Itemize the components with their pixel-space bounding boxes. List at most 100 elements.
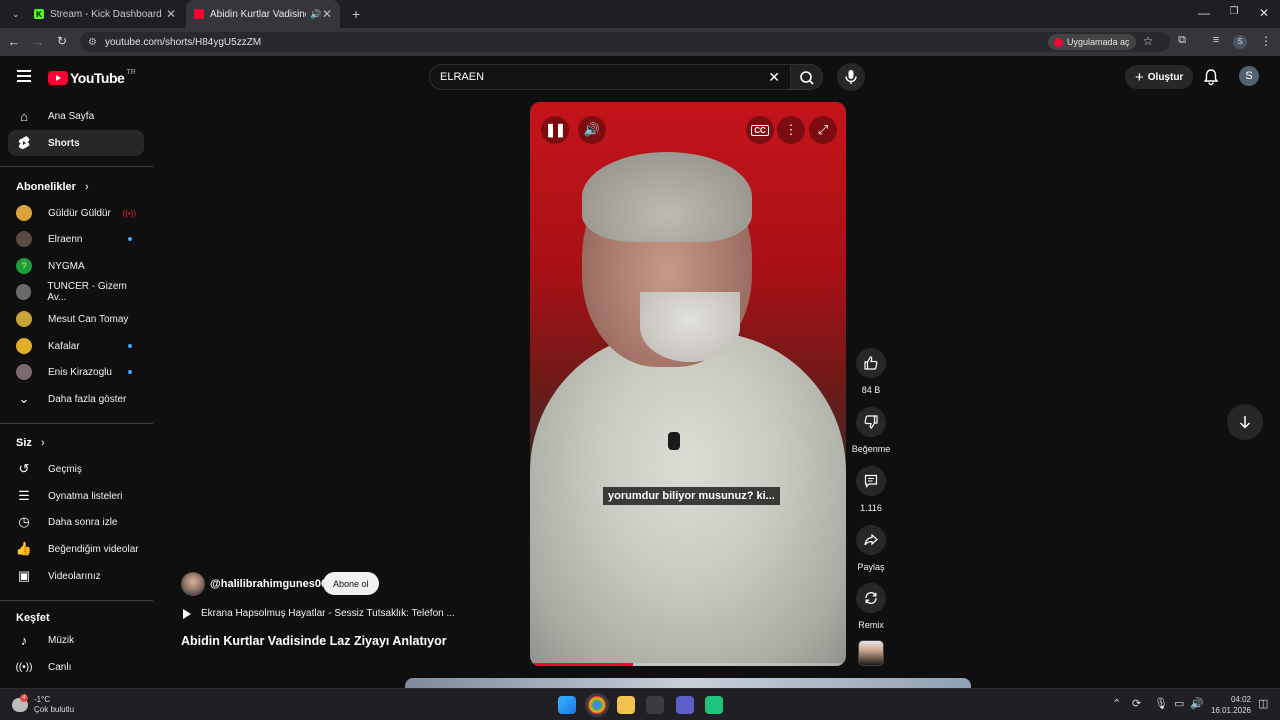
speaker-icon[interactable]: 🔊 bbox=[1190, 697, 1204, 710]
sidebar-item-music[interactable]: ♪ Müzik bbox=[8, 627, 144, 653]
clear-search-icon[interactable]: ✕ bbox=[768, 69, 780, 86]
close-window-icon[interactable]: ✕ bbox=[1256, 6, 1272, 20]
sidebar-item-subscription[interactable]: Enis Kirazoglu bbox=[8, 359, 144, 385]
dislike-button[interactable]: Beğenme bbox=[851, 407, 891, 454]
video-progress-bar[interactable] bbox=[534, 663, 842, 666]
share-button[interactable]: Paylaş bbox=[851, 525, 891, 572]
minimize-icon[interactable]: — bbox=[1196, 6, 1212, 20]
youtube-logo[interactable]: YouTube TR bbox=[48, 69, 136, 86]
whatsapp-icon[interactable] bbox=[705, 696, 723, 714]
file-explorer-icon[interactable] bbox=[617, 696, 635, 714]
tab-kick-dashboard[interactable]: K Stream - Kick Dashboard ✕ bbox=[26, 0, 184, 28]
channel-avatar: ? bbox=[16, 258, 32, 274]
sound-thumbnail[interactable] bbox=[858, 640, 884, 666]
subscriptions-heading[interactable]: Abonelikler › bbox=[16, 181, 89, 193]
subscribe-button[interactable]: Abone ol bbox=[323, 572, 379, 595]
shorts-icon bbox=[16, 135, 32, 151]
sidebar-item-live[interactable]: ((•)) Canlı bbox=[8, 654, 144, 680]
youtube-play-logo-icon bbox=[48, 71, 68, 85]
like-button[interactable]: 84 B bbox=[851, 348, 891, 395]
weather-widget[interactable]: 4 -1°C Çok bulutlu bbox=[12, 694, 74, 715]
sidebar-item-history[interactable]: ↺ Geçmiş bbox=[8, 456, 144, 482]
sidebar-item-your-videos[interactable]: ▣ Videolarınız bbox=[8, 563, 144, 589]
divider bbox=[0, 166, 153, 167]
show-more-button[interactable]: ⌄ Daha fazla göster bbox=[8, 386, 144, 412]
fullscreen-button[interactable]: ⤢ bbox=[809, 116, 837, 144]
sidebar-item-subscription[interactable]: Güldür Güldür ((•)) bbox=[8, 200, 144, 226]
reload-icon[interactable]: ↻ bbox=[54, 34, 70, 48]
extensions-icon[interactable]: ⧉ bbox=[1174, 34, 1190, 47]
close-tab-icon[interactable]: ✕ bbox=[322, 7, 332, 21]
create-button[interactable]: + Oluştur bbox=[1125, 65, 1194, 89]
account-avatar[interactable]: S bbox=[1239, 66, 1259, 86]
video-title[interactable]: Abidin Kurtlar Vadisinde Laz Ziyayı Anla… bbox=[181, 634, 447, 648]
address-bar[interactable]: ⚙ youtube.com/shorts/H84ygU5zzZM bbox=[80, 32, 1170, 52]
restore-icon[interactable]: ❐ bbox=[1226, 6, 1242, 17]
subscriptions-title: Abonelikler bbox=[16, 181, 76, 193]
teams-icon[interactable] bbox=[676, 696, 694, 714]
sidebar-item-label: Shorts bbox=[48, 137, 80, 149]
app-icon[interactable] bbox=[646, 696, 664, 714]
more-options-button[interactable]: ⋮ bbox=[777, 116, 805, 144]
site-info-icon[interactable]: ⚙ bbox=[88, 37, 97, 48]
network-icon[interactable]: ▭ bbox=[1174, 697, 1184, 710]
sidebar-item-label: TUNCER - Gizem Av... bbox=[47, 281, 127, 303]
back-arrow-icon[interactable]: ← bbox=[6, 34, 22, 49]
sidebar-item-subscription[interactable]: TUNCER - Gizem Av... bbox=[8, 279, 144, 305]
sidebar-item-subscription[interactable]: Mesut Can Tomay bbox=[8, 306, 144, 332]
channel-avatar bbox=[16, 205, 32, 221]
speaker-icon[interactable]: 🔊 bbox=[310, 9, 321, 20]
close-tab-icon[interactable]: ✕ bbox=[166, 7, 176, 21]
sidebar-item-subscription[interactable]: ? NYGMA bbox=[8, 253, 144, 279]
notifications-button[interactable] bbox=[1202, 68, 1220, 91]
youtube-app-icon bbox=[1054, 37, 1063, 47]
more-menu-icon[interactable]: ⋮ bbox=[1258, 34, 1274, 48]
sidebar-item-liked-videos[interactable]: 👍 Beğendiğim videolar bbox=[8, 536, 144, 562]
chevron-down-icon: ⌄ bbox=[18, 391, 30, 406]
channel-avatar[interactable] bbox=[181, 572, 205, 596]
sidebar-item-shorts[interactable]: Shorts bbox=[8, 130, 144, 156]
sidebar-item-home[interactable]: ⌂ Ana Sayfa bbox=[8, 103, 144, 129]
search-input[interactable]: ELRAEN ✕ bbox=[429, 64, 791, 90]
you-heading[interactable]: Siz › bbox=[16, 437, 45, 449]
next-short-button[interactable] bbox=[1227, 404, 1263, 440]
profile-avatar[interactable]: S bbox=[1233, 35, 1247, 49]
menu-icon[interactable] bbox=[17, 70, 31, 85]
browser-tab-bar: ⌄ K Stream - Kick Dashboard ✕ Abidin Kur… bbox=[0, 0, 1280, 28]
chrome-icon[interactable] bbox=[588, 696, 606, 714]
youtube-favicon-icon bbox=[194, 9, 204, 19]
remix-button[interactable]: Remix bbox=[851, 583, 891, 630]
voice-search-button[interactable] bbox=[837, 63, 865, 91]
microphone-icon[interactable]: 🎙 bbox=[1154, 697, 1168, 710]
playlist-title: Ekrana Hapsolmuş Hayatlar - Sessiz Tutsa… bbox=[201, 608, 455, 619]
sidebar-item-subscription[interactable]: Elraenn bbox=[8, 226, 144, 252]
tab-search-button[interactable]: ⌄ bbox=[4, 0, 24, 28]
forward-arrow-icon[interactable]: → bbox=[30, 34, 46, 49]
tab-youtube-short[interactable]: Abidin Kurtlar Vadisinde La 🔊 ✕ bbox=[186, 0, 340, 28]
volume-button[interactable]: 🔊 bbox=[578, 116, 606, 144]
sidebar-item-watch-later[interactable]: ◷ Daha sonra izle bbox=[8, 509, 144, 535]
search-button[interactable] bbox=[791, 64, 823, 90]
tab-title: Abidin Kurtlar Vadisinde La bbox=[210, 8, 306, 20]
channel-name[interactable]: @halilibrahimgunes06 bbox=[210, 578, 327, 590]
playlist-link[interactable]: Ekrana Hapsolmuş Hayatlar - Sessiz Tutsa… bbox=[183, 608, 455, 619]
new-tab-button[interactable]: + bbox=[344, 0, 364, 28]
bookmark-star-icon[interactable]: ☆ bbox=[1140, 34, 1156, 48]
sidebar-item-subscription[interactable]: Kafalar bbox=[8, 333, 144, 359]
start-menu-icon[interactable] bbox=[558, 696, 576, 714]
comments-button[interactable]: 1.116 bbox=[851, 466, 891, 513]
divider bbox=[0, 600, 153, 601]
chevron-up-icon[interactable]: ⌃ bbox=[1112, 697, 1121, 710]
sync-icon[interactable]: ⟳ bbox=[1132, 697, 1141, 710]
sidebar-item-label: Ana Sayfa bbox=[48, 110, 95, 122]
captions-button[interactable]: CC bbox=[746, 116, 774, 144]
sidebar-item-playlists[interactable]: ☰ Oynatma listeleri bbox=[8, 483, 144, 509]
media-control-icon[interactable]: ≡ bbox=[1208, 34, 1224, 46]
open-in-app-button[interactable]: Uygulamada aç bbox=[1048, 34, 1136, 50]
create-label: Oluştur bbox=[1147, 71, 1184, 83]
history-icon: ↺ bbox=[18, 461, 30, 476]
shorts-video-player[interactable]: ❚❚ 🔊 CC ⋮ ⤢ yorumdur biliyor musunuz? ki… bbox=[530, 102, 846, 666]
pause-button[interactable]: ❚❚ bbox=[541, 116, 569, 144]
system-clock[interactable]: 04:02 16.01.2026 bbox=[1205, 694, 1251, 716]
notification-icon[interactable]: ◫ bbox=[1258, 697, 1268, 710]
